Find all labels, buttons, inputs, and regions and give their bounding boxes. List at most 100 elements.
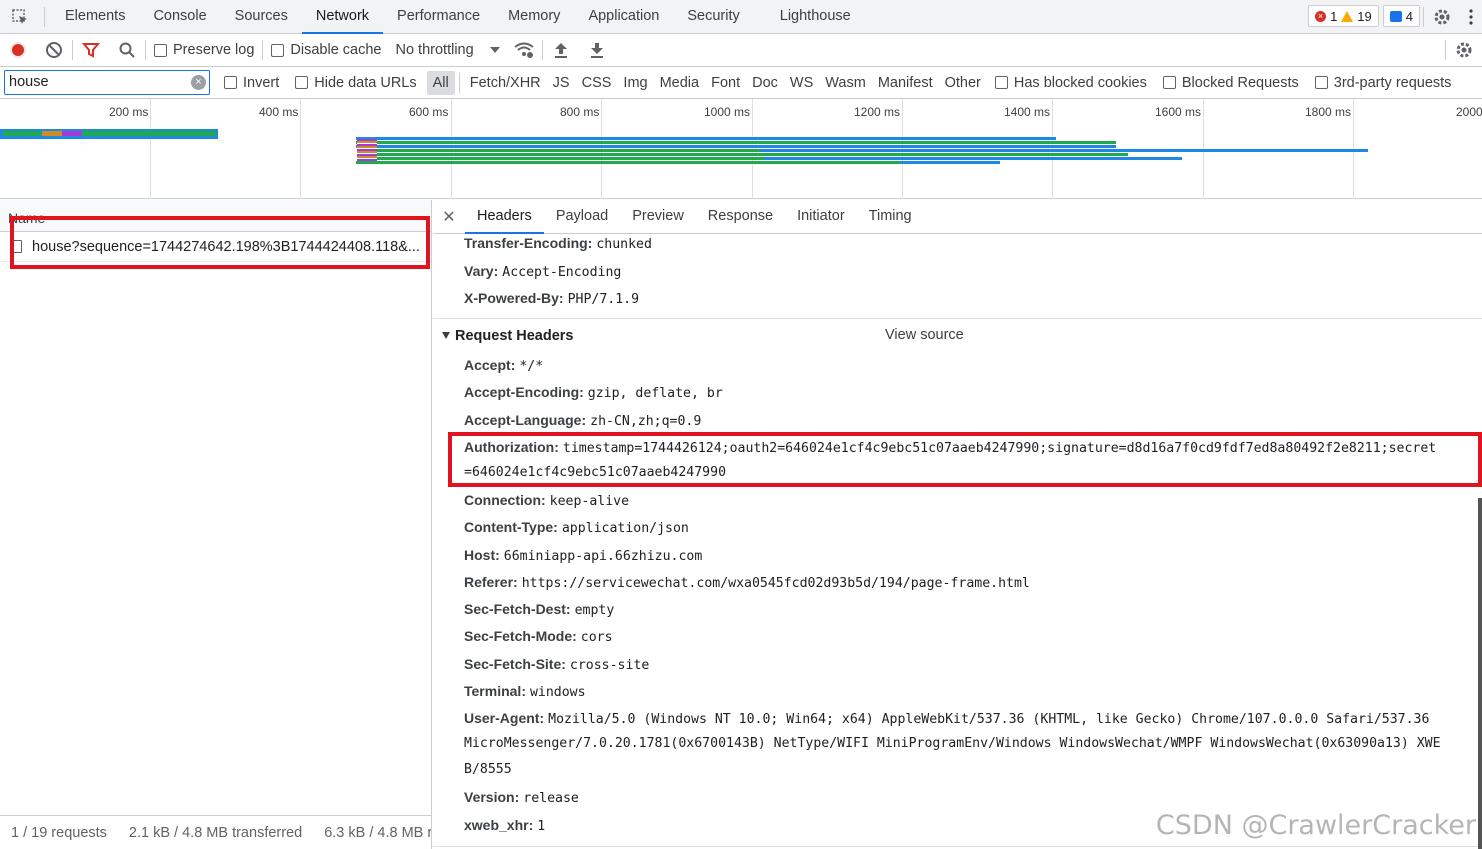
header-value: empty — [574, 603, 615, 618]
message-icon — [1389, 10, 1402, 22]
header-name: Accept: — [464, 357, 516, 373]
inspect-element-icon[interactable] — [0, 0, 40, 33]
timeline-tick-label: 1400 ms — [1004, 105, 1051, 119]
header-row-host: Host: 66miniapp-api.66zhizu.com — [464, 547, 702, 564]
scrollbar-thumb[interactable] — [1478, 498, 1482, 849]
header-row-sec-fetch-mode: Sec-Fetch-Mode: cors — [464, 628, 613, 645]
transferred-size: 2.1 kB / 4.8 MB transferred — [128, 824, 303, 841]
filter-type-doc[interactable]: Doc — [746, 71, 784, 95]
tab-headers[interactable]: Headers — [465, 200, 544, 234]
filter-type-fetch-xhr[interactable]: Fetch/XHR — [464, 71, 547, 95]
filter-icon[interactable] — [73, 34, 109, 66]
has-blocked-cookies-label: Has blocked cookies — [1013, 74, 1147, 91]
tab-network[interactable]: Network — [301, 0, 384, 34]
close-icon[interactable]: ✕ — [433, 207, 465, 227]
more-options-icon[interactable] — [1460, 1, 1482, 33]
header-name: Version: — [464, 789, 520, 805]
preserve-log-checkbox[interactable]: Preserve log — [146, 42, 262, 58]
header-row-version: Version: release — [464, 789, 579, 806]
record-icon[interactable] — [0, 34, 36, 66]
clear-filter-icon[interactable]: × — [191, 75, 206, 90]
disable-cache-checkbox[interactable]: Disable cache — [263, 42, 389, 58]
errors-count: 1 — [1330, 8, 1338, 24]
timeline-bar — [760, 149, 1368, 152]
checkbox-box[interactable] — [1162, 76, 1176, 89]
tab-preview[interactable]: Preview — [620, 200, 696, 233]
header-name: User-Agent: — [464, 710, 545, 726]
header-row-transfer-encoding: Transfer-Encoding: chunked — [464, 235, 652, 252]
header-name: Host: — [464, 547, 500, 563]
resources-size: 6.3 kB / 4.8 MB resources — [324, 824, 431, 841]
details-tab-bar: ✕ Headers Payload Preview Response Initi… — [433, 200, 1482, 234]
header-value: keep-alive — [549, 494, 630, 509]
tab-response[interactable]: Response — [696, 200, 785, 233]
clear-icon[interactable] — [36, 34, 72, 66]
header-value-continuation: MicroMessenger/7.0.20.1781(0x6700143B) N… — [464, 736, 1441, 751]
filter-type-wasm[interactable]: Wasm — [819, 71, 872, 95]
header-row-accept-language: Accept-Language: zh-CN,zh;q=0.9 — [464, 412, 701, 429]
filter-type-manifest[interactable]: Manifest — [872, 71, 939, 95]
tab-payload[interactable]: Payload — [544, 200, 620, 233]
checkbox-box[interactable] — [295, 76, 309, 89]
tab-security[interactable]: Security — [673, 0, 753, 33]
checkbox-box[interactable] — [1314, 76, 1328, 89]
errors-warnings-badge[interactable]: × 1 19 — [1308, 5, 1379, 27]
requests-count: 1 / 19 requests — [11, 824, 107, 841]
header-value: 1 — [537, 819, 546, 834]
tab-elements[interactable]: Elements — [51, 0, 139, 33]
header-name: Terminal: — [464, 683, 526, 699]
header-row-sec-fetch-site: Sec-Fetch-Site: cross-site — [464, 656, 649, 673]
request-details-pane: ✕ Headers Payload Preview Response Initi… — [433, 200, 1482, 849]
has-blocked-cookies-checkbox[interactable]: Has blocked cookies — [987, 75, 1155, 91]
preserve-log-label: Preserve log — [173, 42, 255, 58]
search-icon[interactable] — [109, 34, 145, 66]
filter-type-other[interactable]: Other — [939, 71, 987, 95]
request-headers-section-header[interactable]: Request Headers View source — [433, 318, 1482, 352]
tab-timing[interactable]: Timing — [857, 200, 924, 233]
checkbox-box[interactable] — [224, 76, 237, 89]
checkbox-box[interactable] — [154, 43, 167, 57]
tab-console[interactable]: Console — [139, 0, 220, 33]
timeline-tick-label: 1600 ms — [1155, 105, 1202, 119]
checkbox-box[interactable] — [271, 43, 285, 57]
blocked-requests-label: Blocked Requests — [1181, 74, 1299, 91]
header-row-x-powered-by: X-Powered-By: PHP/7.1.9 — [464, 290, 639, 307]
filter-type-css[interactable]: CSS — [576, 71, 618, 95]
tab-sources[interactable]: Sources — [221, 0, 302, 33]
blocked-requests-checkbox[interactable]: Blocked Requests — [1155, 75, 1307, 91]
export-har-download-icon[interactable] — [579, 34, 615, 66]
filter-type-media[interactable]: Media — [654, 71, 706, 95]
header-name: X-Powered-By: — [464, 290, 564, 306]
header-name: Sec-Fetch-Site: — [464, 656, 566, 672]
header-value: */* — [519, 359, 544, 374]
timeline-tick-label: 200 ms — [109, 105, 149, 119]
timeline-tick-label: 1000 ms — [704, 105, 751, 119]
import-har-upload-icon[interactable] — [543, 34, 579, 66]
timeline-bar — [356, 137, 1056, 140]
invert-checkbox[interactable]: Invert — [216, 75, 287, 91]
third-party-requests-checkbox[interactable]: 3rd-party requests — [1307, 75, 1460, 91]
top-right-controls — [1423, 0, 1482, 33]
tab-lighthouse[interactable]: Lighthouse — [766, 0, 865, 33]
network-settings-gear-icon[interactable] — [1446, 34, 1482, 66]
filter-type-img[interactable]: Img — [617, 71, 653, 95]
hide-data-urls-checkbox[interactable]: Hide data URLs — [287, 75, 424, 91]
header-name: Sec-Fetch-Dest: — [464, 601, 571, 617]
tab-memory[interactable]: Memory — [494, 0, 574, 33]
filter-type-font[interactable]: Font — [705, 71, 746, 95]
filter-type-js[interactable]: JS — [547, 71, 576, 95]
filter-type-ws[interactable]: WS — [784, 71, 819, 95]
tab-performance[interactable]: Performance — [383, 0, 494, 33]
network-overview-timeline[interactable]: 200 ms 400 ms 600 ms 800 ms 1000 ms 1200… — [0, 99, 1482, 199]
view-source-link[interactable]: View source — [885, 327, 964, 343]
filter-input[interactable]: house × — [4, 70, 210, 95]
throttling-select[interactable]: No throttling — [389, 42, 505, 58]
messages-badge[interactable]: 4 — [1382, 5, 1420, 27]
filter-type-all[interactable]: All — [426, 70, 455, 95]
checkbox-box[interactable] — [994, 76, 1008, 89]
network-conditions-wifi-icon[interactable] — [506, 34, 542, 66]
tab-initiator[interactable]: Initiator — [785, 200, 857, 233]
tab-application[interactable]: Application — [574, 0, 673, 33]
settings-gear-icon[interactable] — [1424, 1, 1460, 33]
chevron-down-icon — [489, 47, 500, 53]
